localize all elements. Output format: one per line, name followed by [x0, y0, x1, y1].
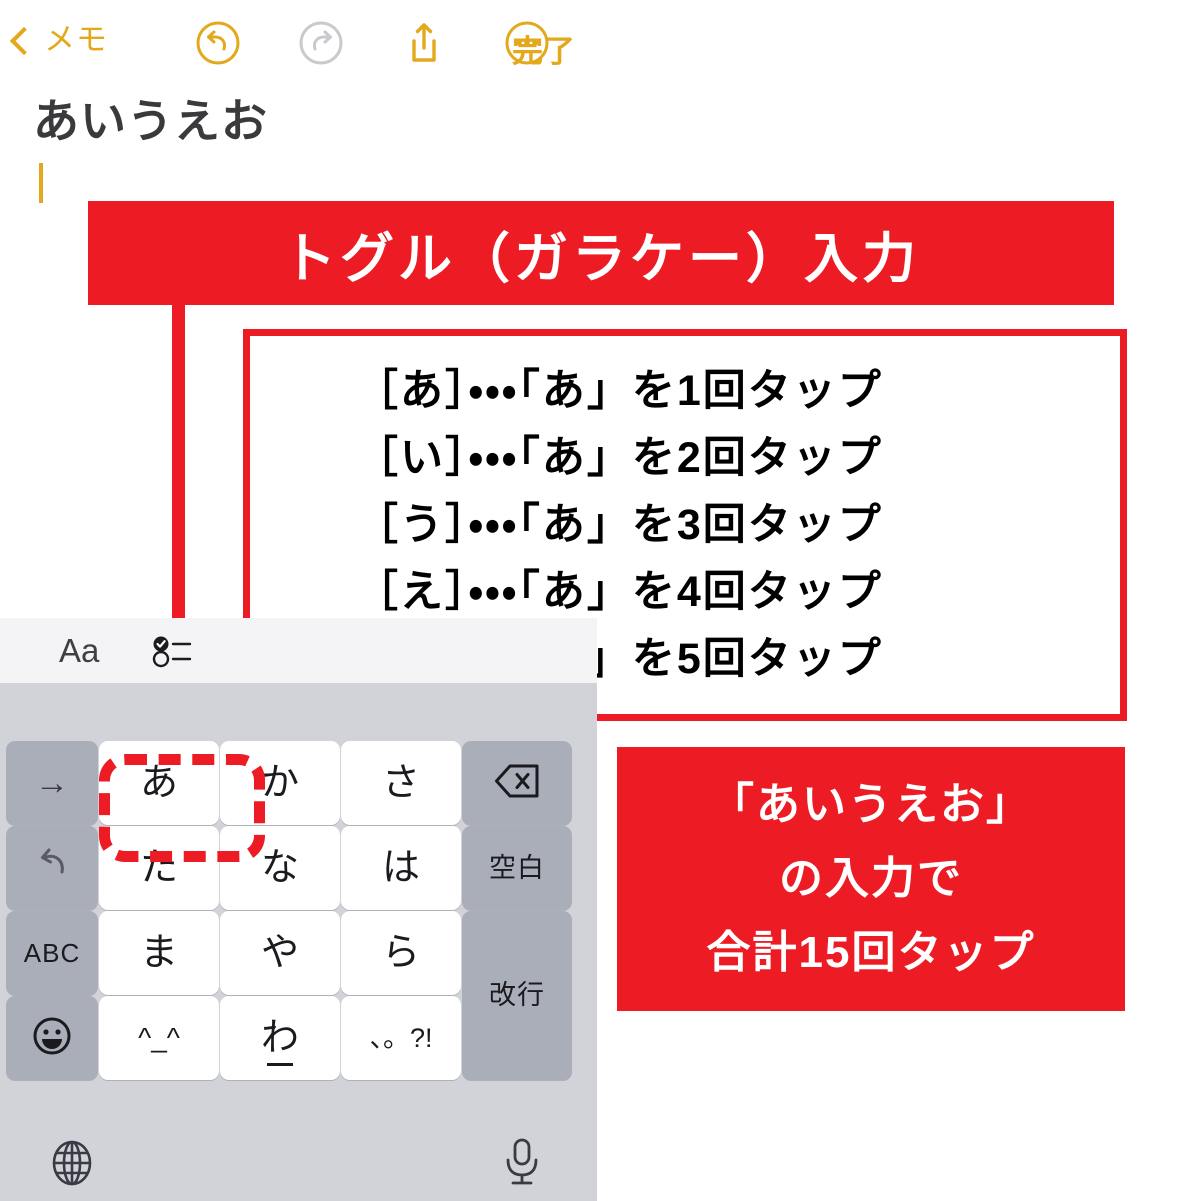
key-ma[interactable]: ま	[99, 911, 219, 995]
key-kaomoji-label: ^_^	[138, 1022, 180, 1053]
key-punctuation[interactable]: 、。?!	[341, 996, 461, 1080]
navigation-bar: メモ 完了	[0, 0, 1200, 86]
key-na[interactable]: な	[220, 826, 340, 910]
key-ya[interactable]: や	[220, 911, 340, 995]
note-title[interactable]: あいうえお	[33, 96, 268, 147]
key-ra-label: ら	[381, 932, 420, 974]
cursor-right-key[interactable]: →	[6, 741, 98, 825]
backspace-icon	[493, 763, 541, 804]
screen: メモ 完了 あいうえお トグル（ガラケー）入力 ［あ］・・・「あ」を1回タップ …	[0, 0, 1200, 1201]
key-wa[interactable]: わ	[220, 996, 340, 1080]
underscore-mark	[267, 1063, 293, 1066]
key-wa-label: わ	[260, 1017, 299, 1059]
key-ma-label: ま	[139, 932, 178, 974]
key-ta[interactable]: た	[99, 826, 219, 910]
key-ka-label: か	[260, 762, 299, 804]
share-icon[interactable]	[401, 20, 447, 66]
return-key-label: 改行	[489, 980, 545, 1010]
key-ta-label: た	[139, 847, 178, 889]
done-button[interactable]: 完了	[512, 26, 576, 71]
summary-line: 「あいうえお」	[710, 780, 1032, 829]
instruction-line: ［い］・・・「あ」を2回タップ	[355, 433, 883, 482]
keyboard-keys-area: → あ か さ た な は 空白 ABC ま や ら 改行 ^_^ わ 、。?!	[0, 683, 597, 1123]
key-ra[interactable]: ら	[341, 911, 461, 995]
space-key[interactable]: 空白	[462, 826, 572, 910]
instruction-line: ［え］・・・「あ」を4回タップ	[355, 567, 883, 616]
key-punctuation-label: 、。?!	[369, 1022, 433, 1053]
key-ya-label: や	[260, 932, 299, 974]
key-ha-label: は	[381, 847, 420, 889]
nav-icon-group	[195, 20, 550, 66]
chevron-left-icon	[9, 26, 39, 55]
instruction-line: ［あ］・・・「あ」を1回タップ	[355, 366, 883, 415]
summary-line: の入力で	[779, 854, 963, 903]
checklist-icon[interactable]	[152, 636, 192, 668]
back-button-label: メモ	[44, 22, 108, 57]
keyboard-bottom-bar	[0, 1123, 597, 1201]
keyboard: Aa → あ か さ た な は 空白 ABC ま や ら 改行 ^_^ わ 、…	[0, 618, 597, 1201]
annotation-banner: トグル（ガラケー）入力	[88, 201, 1114, 305]
instruction-line: ［う］・・・「あ」を3回タップ	[355, 500, 883, 549]
undo-key[interactable]	[6, 826, 98, 910]
return-key[interactable]: 改行	[462, 911, 572, 1080]
summary-line: 合計15回タップ	[706, 928, 1036, 977]
abc-key-label: ABC	[23, 938, 81, 968]
abc-key[interactable]: ABC	[6, 911, 98, 995]
key-kaomoji[interactable]: ^_^	[99, 996, 219, 1080]
text-cursor	[39, 163, 43, 203]
space-key-label: 空白	[489, 852, 545, 883]
undo-arrow-icon	[32, 846, 72, 891]
key-a[interactable]: あ	[99, 741, 219, 825]
back-button[interactable]: メモ	[9, 22, 108, 57]
key-a-label: あ	[139, 762, 178, 804]
keyboard-toolbar: Aa	[0, 618, 597, 683]
globe-icon[interactable]	[48, 1139, 96, 1187]
summary-box: 「あいうえお」 の入力で 合計15回タップ	[617, 747, 1125, 1011]
smiley-face-icon	[31, 1015, 73, 1062]
format-text-button[interactable]: Aa	[59, 634, 99, 667]
backspace-key[interactable]	[462, 741, 572, 825]
undo-icon[interactable]	[195, 20, 241, 66]
cursor-right-key-label: →	[35, 763, 69, 802]
key-sa-label: さ	[381, 762, 420, 804]
key-ha[interactable]: は	[341, 826, 461, 910]
microphone-icon[interactable]	[500, 1137, 544, 1187]
key-na-label: な	[260, 847, 299, 889]
key-sa[interactable]: さ	[341, 741, 461, 825]
key-ka[interactable]: か	[220, 741, 340, 825]
annotation-banner-label: トグル（ガラケー）入力	[282, 228, 920, 289]
emoji-key[interactable]	[6, 996, 98, 1080]
keyboard-grid: → あ か さ た な は 空白 ABC ま や ら 改行 ^_^ わ 、。?!	[6, 741, 572, 1080]
redo-icon	[298, 20, 344, 66]
